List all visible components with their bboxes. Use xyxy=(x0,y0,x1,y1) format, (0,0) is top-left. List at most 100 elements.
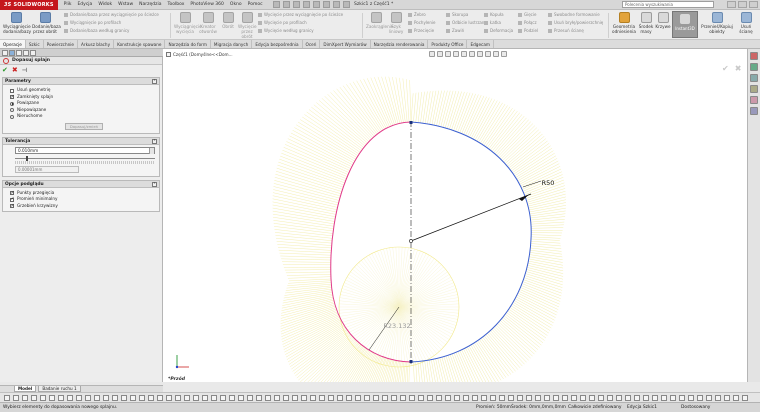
help-icon[interactable] xyxy=(742,395,748,401)
pan-icon[interactable] xyxy=(364,395,370,401)
smart-dimension-icon[interactable] xyxy=(4,395,10,401)
undo-icon[interactable] xyxy=(312,1,320,8)
centerline-icon[interactable] xyxy=(247,395,253,401)
shaded-sketch-icon[interactable] xyxy=(220,395,226,401)
fillet-icon[interactable] xyxy=(85,395,91,401)
extend-icon[interactable] xyxy=(652,395,658,401)
line-icon[interactable] xyxy=(13,395,19,401)
mirror-button[interactable]: Odbicie lustrzane xyxy=(446,20,487,26)
save-icon[interactable] xyxy=(292,1,300,8)
sketch-picture-icon[interactable] xyxy=(229,395,235,401)
quick-snaps-icon[interactable] xyxy=(193,395,199,401)
tab-sheet-metal[interactable]: Arkusz blachy xyxy=(78,40,115,48)
dimxpert-manager-icon[interactable] xyxy=(23,50,29,56)
tab-dimxpert[interactable]: DimXpert Wymiarów xyxy=(320,40,371,48)
view-settings-icon[interactable] xyxy=(501,51,507,57)
block-icon[interactable] xyxy=(697,395,703,401)
status-units[interactable]: Dostosowany xyxy=(681,403,710,412)
instant3d-button[interactable]: Instant3D xyxy=(672,11,698,38)
realview-icon[interactable] xyxy=(463,395,469,401)
checkbox-icon[interactable] xyxy=(10,190,15,196)
maximize-icon[interactable] xyxy=(738,1,747,8)
scale-icon[interactable] xyxy=(670,395,676,401)
custom-properties-icon[interactable] xyxy=(750,107,758,115)
mirror-icon[interactable] xyxy=(148,395,154,401)
minimize-icon[interactable] xyxy=(727,1,736,8)
color-icon[interactable] xyxy=(274,395,280,401)
hole-wizard-button[interactable]: Kreator otworów xyxy=(198,12,218,34)
customize-icon[interactable] xyxy=(733,395,739,401)
delete-face-button[interactable]: Usuń ścianę xyxy=(735,12,757,34)
cartoon-icon[interactable] xyxy=(499,395,505,401)
patch-button[interactable]: Łatka xyxy=(484,20,501,26)
instant2d-icon[interactable] xyxy=(211,395,217,401)
render-icon[interactable] xyxy=(418,395,424,401)
tab-render-tools[interactable]: Narzędzia renderowania xyxy=(371,40,429,48)
sketch-chamfer-icon[interactable] xyxy=(616,395,622,401)
tab-direct-editing[interactable]: Edycja bezpośrednia xyxy=(252,40,303,48)
lofted-cut-button[interactable]: Wycięcie po profilach xyxy=(258,20,307,26)
configuration-manager-icon[interactable] xyxy=(16,50,22,56)
tab-office-products[interactable]: Produkty Office xyxy=(428,40,468,48)
relation-display-icon[interactable] xyxy=(589,395,595,401)
offset-icon[interactable] xyxy=(139,395,145,401)
new-icon[interactable] xyxy=(272,1,280,8)
extrude-boss-button[interactable]: Wyciągnięcie dodania/bazy xyxy=(3,12,31,34)
deform-button[interactable]: Deformacja xyxy=(484,28,513,34)
repair-icon[interactable] xyxy=(184,395,190,401)
text-icon[interactable] xyxy=(103,395,109,401)
feature-manager-icon[interactable] xyxy=(2,50,8,56)
menu-insert[interactable]: Wstaw xyxy=(118,2,133,7)
search-input[interactable]: Polecenia wyszukiwania xyxy=(622,1,714,8)
comb-icon[interactable] xyxy=(580,395,586,401)
spline-tools-icon[interactable] xyxy=(526,395,532,401)
options-icon[interactable] xyxy=(342,1,350,8)
previous-view-icon[interactable] xyxy=(445,51,451,57)
tab-weldments[interactable]: Konstrukcje spawane xyxy=(114,40,166,48)
slider-handle[interactable] xyxy=(26,155,29,161)
print-icon[interactable] xyxy=(302,1,310,8)
fillet-button[interactable]: Zaokrąglenie xyxy=(366,12,394,29)
isolate-icon[interactable] xyxy=(346,395,352,401)
collapse-icon[interactable]: ˄ xyxy=(152,181,157,187)
checkbox-icon[interactable] xyxy=(10,94,15,100)
display-icon[interactable] xyxy=(319,395,325,401)
trim-icon[interactable] xyxy=(121,395,127,401)
zoom-fit-icon[interactable] xyxy=(429,51,435,57)
dimension-r50[interactable]: R50 xyxy=(542,179,555,187)
checkbox-icon[interactable] xyxy=(10,88,14,93)
layer-icon[interactable] xyxy=(265,395,271,401)
open-icon[interactable] xyxy=(282,1,290,8)
section-icon[interactable] xyxy=(391,395,397,401)
select-icon[interactable] xyxy=(322,1,330,8)
slot-icon[interactable] xyxy=(31,395,37,401)
split-entities-icon[interactable] xyxy=(643,395,649,401)
menu-view[interactable]: Widok xyxy=(98,2,112,7)
spinner-icon[interactable] xyxy=(149,147,154,154)
parameters-group-title[interactable]: Parametry ˄ xyxy=(3,78,159,85)
intersect-button[interactable]: Przecięcie xyxy=(408,28,434,34)
width-icon[interactable] xyxy=(292,395,298,401)
tab-mold-tools[interactable]: Narzędzia do form xyxy=(165,40,211,48)
property-manager-icon[interactable] xyxy=(9,50,15,56)
extruded-cut-button[interactable]: Wyciągnięcie wycięcia xyxy=(174,12,202,34)
center-of-mass-button[interactable]: Środek masy xyxy=(638,12,654,34)
pin-icon[interactable]: ⊣ xyxy=(22,67,27,74)
point-icon[interactable] xyxy=(112,395,118,401)
draft-button[interactable]: Pochylenie xyxy=(408,20,436,26)
scene-icon[interactable] xyxy=(493,51,499,57)
wrap-button[interactable]: Zawiń xyxy=(446,28,464,34)
linear-pattern-button[interactable]: Szyk liniowy xyxy=(388,12,404,34)
camera-icon[interactable] xyxy=(436,395,442,401)
param-radio-4[interactable]: Nieruchome xyxy=(3,113,159,120)
appearances-icon[interactable] xyxy=(750,96,758,104)
tolerance-input[interactable]: 0.010mm xyxy=(15,146,155,154)
options-icon[interactable] xyxy=(724,395,730,401)
arc-icon[interactable] xyxy=(49,395,55,401)
triad-icon[interactable] xyxy=(508,395,514,401)
dimension-r23[interactable]: R23.132 xyxy=(383,322,410,330)
revolve-boss-button[interactable]: Dodanie/baza przez obrót xyxy=(32,12,61,34)
display-manager-icon[interactable] xyxy=(30,50,36,56)
menu-photoview[interactable]: PhotoView 360 xyxy=(190,2,224,7)
toggle-icon[interactable] xyxy=(517,395,523,401)
